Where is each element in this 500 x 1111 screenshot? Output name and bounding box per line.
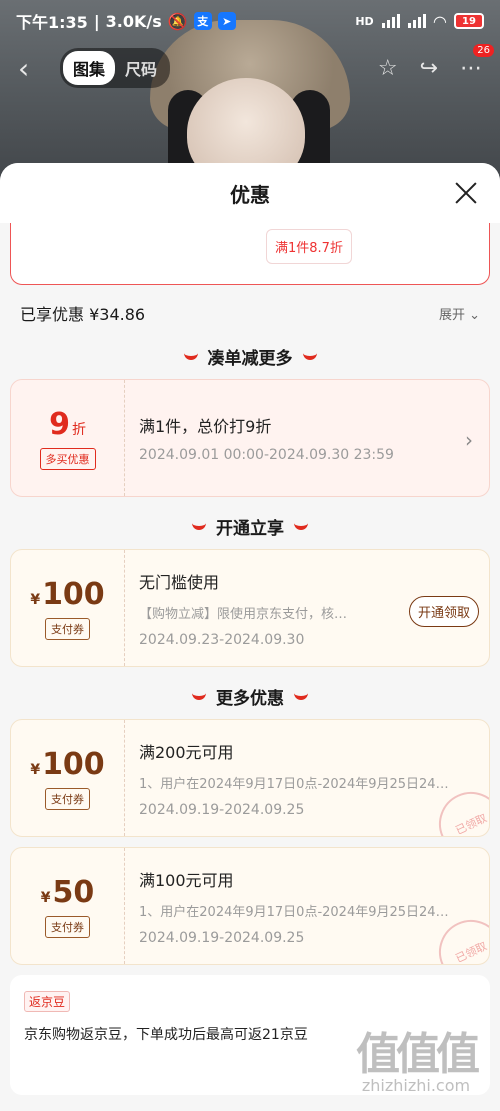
network-speed: 3.0K/s	[105, 11, 162, 31]
section-title-open-enjoy: 开通立享	[0, 507, 500, 545]
bean-tag: 返京豆	[24, 991, 71, 1012]
watermark-logo: 值值值	[356, 1029, 480, 1080]
discount-sheet: 优惠 满1件8.7折 已享优惠 ¥34.86 展开 ⌄ 凑单减更多 9 折 多买…	[0, 163, 500, 1111]
coupon-desc: 1、用户在2024年9月17日0点-2024年9月25日24…	[139, 776, 449, 792]
section-title-more-deals: 凑单减更多	[0, 337, 500, 375]
current-discount-card: 满1件8.7折	[10, 223, 490, 285]
chevron-right-icon: ›	[465, 428, 473, 452]
app-notification-icon: ➤	[217, 12, 236, 30]
coupon-date: 2024.09.19-2024.09.25	[139, 929, 305, 946]
wifi-icon: ◠	[433, 11, 446, 31]
coupon-100: ¥ 50 支付券 满100元可用 1、用户在2024年9月17日0点-2024年…	[10, 847, 490, 965]
notification-badge: 26	[473, 43, 494, 57]
open-claim-button[interactable]: 开通领取	[408, 596, 479, 627]
coupon-no-threshold: ¥ 100 支付券 无门槛使用 【购物立减】限使用京东支付，核… 2024.09…	[10, 549, 490, 667]
enjoyed-discount-row: 已享优惠 ¥34.86 展开 ⌄	[0, 293, 500, 333]
enjoyed-discount-label: 已享优惠 ¥34.86	[20, 305, 146, 324]
coupon-tag: 支付券	[45, 787, 90, 810]
view-segment: 图集 尺码	[60, 48, 171, 88]
coupon-unit: 折	[71, 421, 86, 438]
site-watermark: 值值值 zhizhizhi.com	[346, 1018, 486, 1095]
coupon-amount: 50	[52, 874, 95, 910]
coupon-title: 无门槛使用	[139, 572, 220, 592]
favorite-star-icon[interactable]: ☆	[378, 56, 398, 81]
tab-size[interactable]: 尺码	[115, 51, 167, 85]
coupon-date: 2024.09.23-2024.09.30	[139, 631, 305, 648]
section-title-more-offers: 更多优惠	[0, 677, 500, 715]
expand-button[interactable]: 展开 ⌄	[439, 304, 480, 323]
coupon-title: 满200元可用	[139, 742, 234, 762]
watermark-site: zhizhizhi.com	[361, 1076, 471, 1095]
coupon-multi-buy[interactable]: 9 折 多买优惠 满1件，总价打9折 2024.09.01 00:00-2024…	[10, 379, 490, 497]
mute-icon: 🔕	[167, 11, 188, 31]
hd-label: HD	[355, 14, 374, 28]
sheet-header: 优惠	[0, 163, 500, 223]
coupon-date: 2024.09.19-2024.09.25	[139, 801, 305, 818]
coupon-200: ¥ 100 支付券 满200元可用 1、用户在2024年9月17日0点-2024…	[10, 719, 490, 837]
smile-icon	[192, 522, 206, 530]
coupon-amount: 100	[42, 746, 105, 782]
smile-icon	[294, 692, 308, 700]
alipay-icon: 支	[193, 12, 212, 30]
coupon-desc: 1、用户在2024年9月17日0点-2024年9月25日24…	[139, 904, 449, 920]
signal-icon-2	[407, 14, 426, 28]
close-icon[interactable]	[452, 179, 480, 207]
status-time: 下午1:35	[16, 13, 88, 32]
currency-symbol: ¥	[30, 591, 41, 608]
coupon-amount: 100	[42, 576, 105, 612]
coupon-tag: 支付券	[45, 915, 90, 938]
coupon-tag: 支付券	[45, 617, 90, 640]
smile-icon	[192, 692, 206, 700]
currency-symbol: ¥	[40, 889, 51, 906]
coupon-desc: 【购物立减】限使用京东支付，核…	[139, 606, 348, 622]
smile-icon	[183, 352, 198, 360]
sheet-title: 优惠	[230, 182, 270, 207]
top-navigation: ‹ 图集 尺码 ☆ ↪ ⋯ 26	[0, 43, 500, 90]
currency-symbol: ¥	[30, 761, 41, 778]
signal-icon	[381, 14, 400, 28]
more-icon[interactable]: ⋯ 26	[460, 43, 494, 81]
smile-icon	[302, 352, 317, 360]
back-icon[interactable]: ‹	[18, 52, 48, 85]
coupon-title: 满100元可用	[139, 870, 234, 890]
discount-tag: 满1件8.7折	[266, 229, 352, 264]
coupon-amount: 9	[49, 406, 70, 442]
battery-icon: 19	[454, 13, 484, 29]
status-bar: 下午1:35 | 3.0K/s 🔕 支 ➤ HD ◠ 19	[0, 0, 500, 42]
share-icon[interactable]: ↪	[420, 56, 438, 81]
coupon-tag: 多买优惠	[39, 447, 96, 470]
coupon-title: 满1件，总价打9折	[139, 417, 272, 436]
coupon-date: 2024.09.01 00:00-2024.09.30 23:59	[139, 447, 394, 463]
tab-gallery[interactable]: 图集	[63, 51, 116, 85]
smile-icon	[294, 522, 308, 530]
